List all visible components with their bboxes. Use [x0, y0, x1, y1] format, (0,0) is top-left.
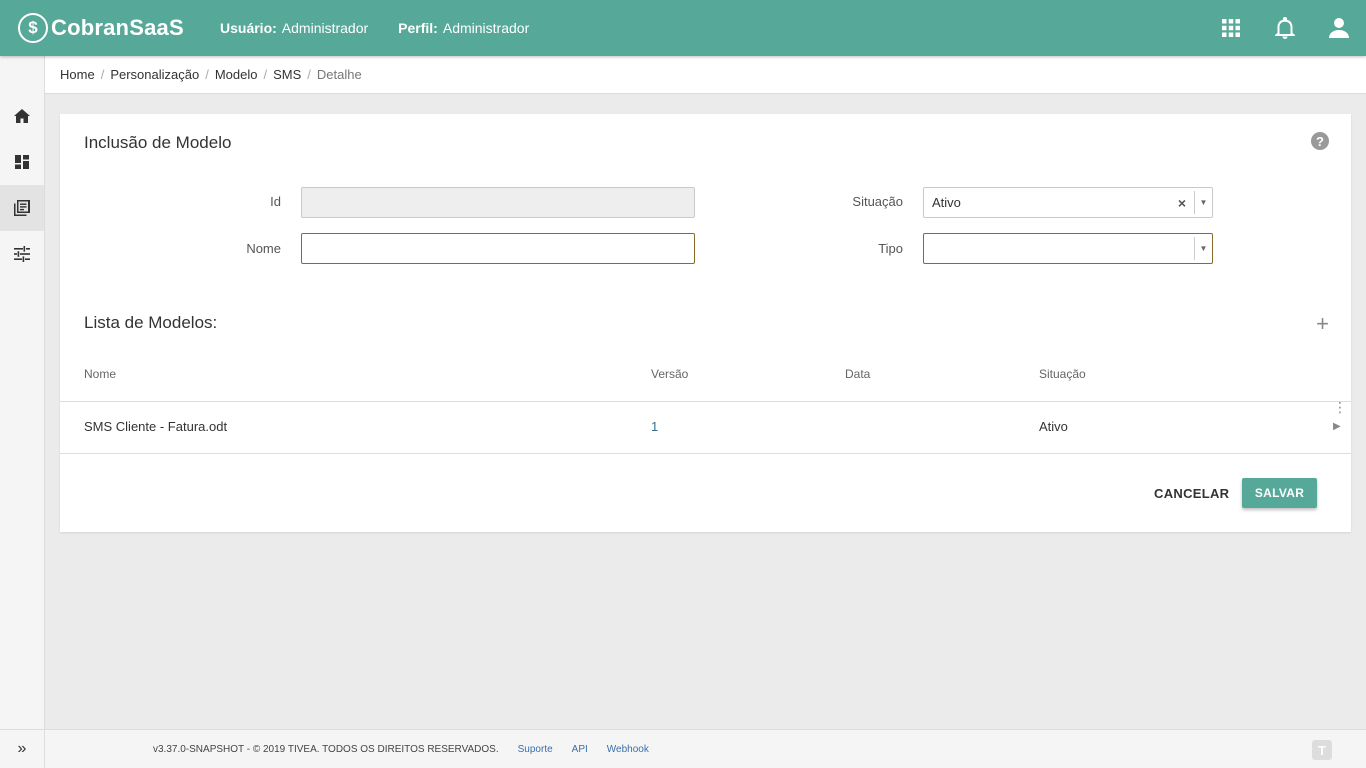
sidebar-item-home[interactable]	[0, 93, 44, 139]
user-label: Usuário:	[220, 20, 277, 36]
breadcrumb-current: Detalhe	[316, 67, 362, 82]
column-header-situacao[interactable]: Situação	[1039, 359, 1086, 389]
library-books-icon	[14, 200, 30, 216]
breadcrumb-separator: /	[263, 67, 268, 82]
sidebar-item-models[interactable]	[0, 185, 44, 231]
save-button[interactable]: SALVAR	[1242, 478, 1317, 508]
table-row[interactable]: SMS Cliente - Fatura.odt 1 Ativo ▶ ⋮	[60, 400, 1351, 454]
breadcrumb-separator: /	[205, 67, 209, 82]
breadcrumb: Home / Personalização / Modelo / SMS / D…	[45, 56, 1366, 94]
situacao-select[interactable]: Ativo × ▼	[923, 187, 1213, 218]
dashboard-icon	[15, 155, 29, 169]
breadcrumb-modelo[interactable]: Modelo	[215, 67, 258, 82]
breadcrumb-separator: /	[100, 67, 105, 82]
help-icon[interactable]: ?	[1311, 132, 1329, 150]
situacao-selected-value: Ativo	[932, 195, 961, 210]
breadcrumb-personalizacao[interactable]: Personalização	[110, 67, 199, 82]
tipo-label: Tipo	[878, 241, 903, 256]
home-icon	[14, 109, 30, 123]
breadcrumb-home[interactable]: Home	[60, 67, 95, 82]
user-info: Usuário: Administrador Perfil: Administr…	[220, 20, 559, 36]
column-header-versao[interactable]: Versão	[651, 359, 688, 389]
app-name: CobranSaaS	[51, 15, 184, 40]
profile-value: Administrador	[442, 20, 530, 36]
app-logo[interactable]: $ CobranSaaS	[18, 13, 208, 43]
chevron-down-icon[interactable]: ▼	[1194, 191, 1212, 214]
logo-coin-icon: $	[18, 13, 48, 43]
bell-icon[interactable]	[1258, 0, 1312, 56]
add-model-icon[interactable]: +	[1316, 311, 1329, 337]
sidebar-item-dashboard[interactable]	[0, 139, 44, 185]
sidebar-item-settings[interactable]	[0, 231, 44, 277]
sidebar: »	[0, 56, 45, 768]
user-icon[interactable]	[1312, 0, 1366, 56]
column-header-data[interactable]: Data	[845, 359, 870, 389]
breadcrumb-separator: /	[307, 67, 311, 82]
footer-link-suporte[interactable]: Suporte	[518, 744, 553, 755]
sidebar-expand-button[interactable]: »	[0, 729, 44, 768]
clear-selection-icon[interactable]: ×	[1178, 188, 1186, 217]
nome-label: Nome	[246, 241, 281, 256]
tune-icon	[14, 246, 30, 262]
tipo-select[interactable]: ▼	[923, 233, 1213, 264]
model-detail-card: Inclusão de Modelo ? Id Nome Situação At…	[60, 114, 1351, 532]
nome-field[interactable]	[301, 233, 695, 264]
situacao-label: Situação	[852, 194, 903, 209]
breadcrumb-sms[interactable]: SMS	[273, 67, 301, 82]
more-vert-icon[interactable]: ⋮	[1333, 400, 1347, 414]
footer-link-api[interactable]: API	[572, 744, 588, 755]
cell-versao[interactable]: 1	[651, 402, 658, 452]
tivea-logo-icon: T	[1312, 740, 1332, 760]
user-value: Administrador	[281, 20, 369, 36]
page-title: Inclusão de Modelo	[84, 133, 232, 152]
footer-link-webhook[interactable]: Webhook	[607, 744, 649, 755]
cell-nome: SMS Cliente - Fatura.odt	[84, 419, 228, 434]
profile-label: Perfil:	[398, 20, 438, 36]
id-label: Id	[270, 194, 281, 209]
cell-situacao: Ativo	[1039, 419, 1068, 434]
models-table-header: Nome Versão Data Situação	[60, 359, 1351, 402]
apps-grid-icon[interactable]	[1204, 0, 1258, 56]
top-app-bar: $ CobranSaaS Usuário: Administrador Perf…	[0, 0, 1366, 56]
copyright-text: v3.37.0-SNAPSHOT - © 2019 TIVEA. TODOS O…	[153, 743, 499, 755]
chevron-down-icon[interactable]: ▼	[1194, 237, 1212, 260]
models-list-title: Lista de Modelos:	[84, 313, 218, 332]
id-field	[301, 187, 695, 218]
cancel-button[interactable]: CANCELAR	[1144, 478, 1239, 508]
footer: v3.37.0-SNAPSHOT - © 2019 TIVEA. TODOS O…	[45, 729, 1366, 768]
column-header-nome[interactable]: Nome	[84, 359, 116, 389]
